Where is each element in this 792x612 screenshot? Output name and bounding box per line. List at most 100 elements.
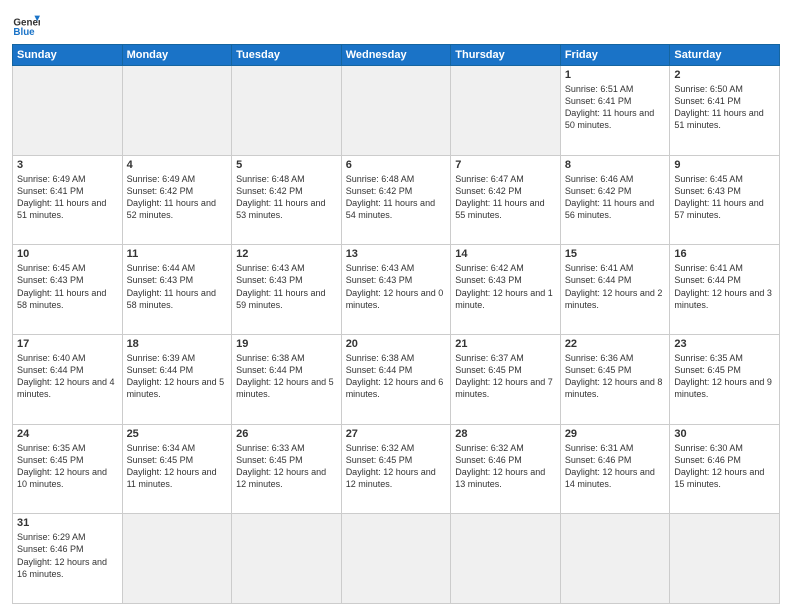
calendar-cell	[341, 66, 451, 156]
calendar-cell: 23 Sunrise: 6:35 AM Sunset: 6:45 PM Dayli…	[670, 334, 780, 424]
calendar-cell: 8 Sunrise: 6:46 AM Sunset: 6:42 PM Daylig…	[560, 155, 670, 245]
day-info: Sunrise: 6:46 AM Sunset: 6:42 PM Dayligh…	[565, 173, 666, 222]
day-info: Sunrise: 6:36 AM Sunset: 6:45 PM Dayligh…	[565, 352, 666, 401]
col-header-monday: Monday	[122, 45, 232, 66]
day-number: 1	[565, 69, 666, 81]
day-info: Sunrise: 6:41 AM Sunset: 6:44 PM Dayligh…	[565, 262, 666, 311]
day-info: Sunrise: 6:43 AM Sunset: 6:43 PM Dayligh…	[346, 262, 447, 311]
calendar-cell	[341, 514, 451, 604]
calendar-cell: 3Sunrise: 6:49 AM Sunset: 6:41 PM Daylig…	[13, 155, 123, 245]
calendar-table: SundayMondayTuesdayWednesdayThursdayFrid…	[12, 44, 780, 604]
day-info: Sunrise: 6:35 AM Sunset: 6:45 PM Dayligh…	[674, 352, 775, 401]
logo-icon: General Blue	[12, 10, 40, 38]
day-number: 20	[346, 338, 447, 350]
day-number: 19	[236, 338, 337, 350]
calendar-cell: 31Sunrise: 6:29 AM Sunset: 6:46 PM Dayli…	[13, 514, 123, 604]
day-number: 10	[17, 248, 118, 260]
day-number: 25	[127, 428, 228, 440]
calendar-cell: 16Sunrise: 6:41 AM Sunset: 6:44 PM Dayli…	[670, 245, 780, 335]
day-number: 13	[346, 248, 447, 260]
calendar-cell	[560, 514, 670, 604]
day-info: Sunrise: 6:44 AM Sunset: 6:43 PM Dayligh…	[127, 262, 228, 311]
calendar-cell: 27Sunrise: 6:32 AM Sunset: 6:45 PM Dayli…	[341, 424, 451, 514]
day-number: 15	[565, 248, 666, 260]
day-number: 21	[455, 338, 556, 350]
calendar-cell: 20 Sunrise: 6:38 AM Sunset: 6:44 PM Dayli…	[341, 334, 451, 424]
calendar-cell: 4 Sunrise: 6:49 AM Sunset: 6:42 PM Daylig…	[122, 155, 232, 245]
calendar-cell: 9 Sunrise: 6:45 AM Sunset: 6:43 PM Daylig…	[670, 155, 780, 245]
day-number: 9	[674, 159, 775, 171]
day-info: Sunrise: 6:50 AM Sunset: 6:41 PM Dayligh…	[674, 83, 775, 132]
day-info: Sunrise: 6:34 AM Sunset: 6:45 PM Dayligh…	[127, 442, 228, 491]
day-number: 14	[455, 248, 556, 260]
day-number: 27	[346, 428, 447, 440]
col-header-saturday: Saturday	[670, 45, 780, 66]
day-info: Sunrise: 6:40 AM Sunset: 6:44 PM Dayligh…	[17, 352, 118, 401]
calendar-cell: 21 Sunrise: 6:37 AM Sunset: 6:45 PM Dayli…	[451, 334, 561, 424]
day-info: Sunrise: 6:30 AM Sunset: 6:46 PM Dayligh…	[674, 442, 775, 491]
day-number: 26	[236, 428, 337, 440]
day-info: Sunrise: 6:49 AM Sunset: 6:42 PM Dayligh…	[127, 173, 228, 222]
calendar-cell: 25 Sunrise: 6:34 AM Sunset: 6:45 PM Dayli…	[122, 424, 232, 514]
logo: General Blue	[12, 10, 44, 38]
day-info: Sunrise: 6:48 AM Sunset: 6:42 PM Dayligh…	[346, 173, 447, 222]
day-info: Sunrise: 6:38 AM Sunset: 6:44 PM Dayligh…	[236, 352, 337, 401]
calendar-cell	[232, 66, 342, 156]
calendar-cell: 28 Sunrise: 6:32 AM Sunset: 6:46 PM Dayli…	[451, 424, 561, 514]
calendar-cell: 11 Sunrise: 6:44 AM Sunset: 6:43 PM Dayli…	[122, 245, 232, 335]
calendar-cell: 12 Sunrise: 6:43 AM Sunset: 6:43 PM Dayli…	[232, 245, 342, 335]
calendar-cell: 29Sunrise: 6:31 AM Sunset: 6:46 PM Dayli…	[560, 424, 670, 514]
day-number: 23	[674, 338, 775, 350]
day-number: 30	[674, 428, 775, 440]
calendar-cell	[232, 514, 342, 604]
calendar-cell: 18Sunrise: 6:39 AM Sunset: 6:44 PM Dayli…	[122, 334, 232, 424]
calendar-cell	[122, 514, 232, 604]
day-number: 3	[17, 159, 118, 171]
day-number: 22	[565, 338, 666, 350]
col-header-friday: Friday	[560, 45, 670, 66]
day-number: 12	[236, 248, 337, 260]
day-number: 17	[17, 338, 118, 350]
calendar-cell: 6Sunrise: 6:48 AM Sunset: 6:42 PM Daylig…	[341, 155, 451, 245]
day-info: Sunrise: 6:35 AM Sunset: 6:45 PM Dayligh…	[17, 442, 118, 491]
calendar-page: General Blue SundayMondayTuesdayWednesda…	[0, 0, 792, 612]
day-info: Sunrise: 6:32 AM Sunset: 6:46 PM Dayligh…	[455, 442, 556, 491]
day-info: Sunrise: 6:45 AM Sunset: 6:43 PM Dayligh…	[674, 173, 775, 222]
calendar-cell: 5 Sunrise: 6:48 AM Sunset: 6:42 PM Daylig…	[232, 155, 342, 245]
calendar-cell: 19 Sunrise: 6:38 AM Sunset: 6:44 PM Dayli…	[232, 334, 342, 424]
day-info: Sunrise: 6:48 AM Sunset: 6:42 PM Dayligh…	[236, 173, 337, 222]
day-number: 5	[236, 159, 337, 171]
calendar-cell	[122, 66, 232, 156]
day-info: Sunrise: 6:33 AM Sunset: 6:45 PM Dayligh…	[236, 442, 337, 491]
day-info: Sunrise: 6:37 AM Sunset: 6:45 PM Dayligh…	[455, 352, 556, 401]
day-info: Sunrise: 6:38 AM Sunset: 6:44 PM Dayligh…	[346, 352, 447, 401]
calendar-cell: 1Sunrise: 6:51 AM Sunset: 6:41 PM Daylig…	[560, 66, 670, 156]
day-info: Sunrise: 6:43 AM Sunset: 6:43 PM Dayligh…	[236, 262, 337, 311]
day-number: 11	[127, 248, 228, 260]
day-info: Sunrise: 6:45 AM Sunset: 6:43 PM Dayligh…	[17, 262, 118, 311]
calendar-cell: 14 Sunrise: 6:42 AM Sunset: 6:43 PM Dayli…	[451, 245, 561, 335]
calendar-cell	[451, 66, 561, 156]
calendar-cell: 15 Sunrise: 6:41 AM Sunset: 6:44 PM Dayli…	[560, 245, 670, 335]
col-header-thursday: Thursday	[451, 45, 561, 66]
day-number: 8	[565, 159, 666, 171]
calendar-cell: 10 Sunrise: 6:45 AM Sunset: 6:43 PM Dayli…	[13, 245, 123, 335]
calendar-cell	[670, 514, 780, 604]
day-info: Sunrise: 6:47 AM Sunset: 6:42 PM Dayligh…	[455, 173, 556, 222]
day-number: 18	[127, 338, 228, 350]
day-number: 16	[674, 248, 775, 260]
calendar-cell: 7Sunrise: 6:47 AM Sunset: 6:42 PM Daylig…	[451, 155, 561, 245]
day-number: 31	[17, 517, 118, 529]
header: General Blue	[12, 10, 780, 38]
col-header-sunday: Sunday	[13, 45, 123, 66]
calendar-cell	[451, 514, 561, 604]
calendar-cell: 17 Sunrise: 6:40 AM Sunset: 6:44 PM Dayli…	[13, 334, 123, 424]
day-info: Sunrise: 6:42 AM Sunset: 6:43 PM Dayligh…	[455, 262, 556, 311]
calendar-cell: 30 Sunrise: 6:30 AM Sunset: 6:46 PM Dayli…	[670, 424, 780, 514]
day-number: 28	[455, 428, 556, 440]
svg-text:Blue: Blue	[13, 27, 35, 38]
day-number: 24	[17, 428, 118, 440]
col-header-tuesday: Tuesday	[232, 45, 342, 66]
calendar-cell: 24 Sunrise: 6:35 AM Sunset: 6:45 PM Dayli…	[13, 424, 123, 514]
day-number: 4	[127, 159, 228, 171]
